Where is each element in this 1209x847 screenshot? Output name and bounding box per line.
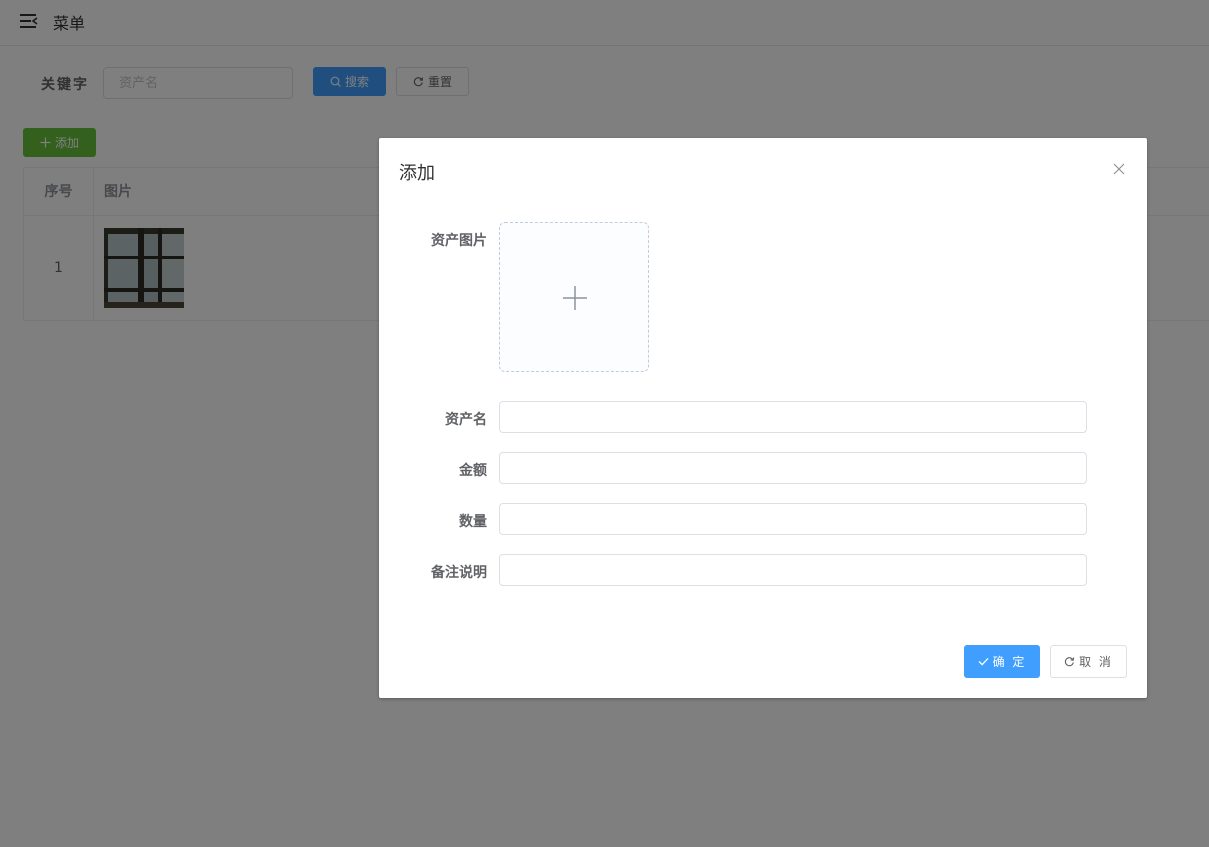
- close-icon[interactable]: [1113, 160, 1125, 175]
- add-dialog: 添加 资产图片 资产名 金额 数量 备注说明 确 定 取 消: [379, 138, 1147, 698]
- confirm-button[interactable]: 确 定: [964, 645, 1040, 678]
- remark-label: 备注说明: [431, 565, 487, 581]
- quantity-label: 数量: [459, 514, 487, 530]
- amount-input[interactable]: [499, 452, 1087, 484]
- confirm-button-label: 确 定: [992, 655, 1027, 669]
- asset-name-label: 资产名: [445, 412, 487, 428]
- asset-image-label: 资产图片: [431, 233, 487, 249]
- refresh-icon: [1064, 656, 1075, 667]
- image-uploader[interactable]: [499, 222, 649, 372]
- cancel-button-label: 取 消: [1079, 655, 1113, 669]
- check-icon: [978, 656, 989, 667]
- remark-input[interactable]: [499, 554, 1087, 586]
- asset-name-input[interactable]: [499, 401, 1087, 433]
- quantity-input[interactable]: [499, 503, 1087, 535]
- dialog-title: 添加: [399, 163, 435, 184]
- amount-label: 金额: [459, 463, 487, 479]
- plus-icon: [563, 286, 587, 310]
- cancel-button[interactable]: 取 消: [1050, 645, 1127, 678]
